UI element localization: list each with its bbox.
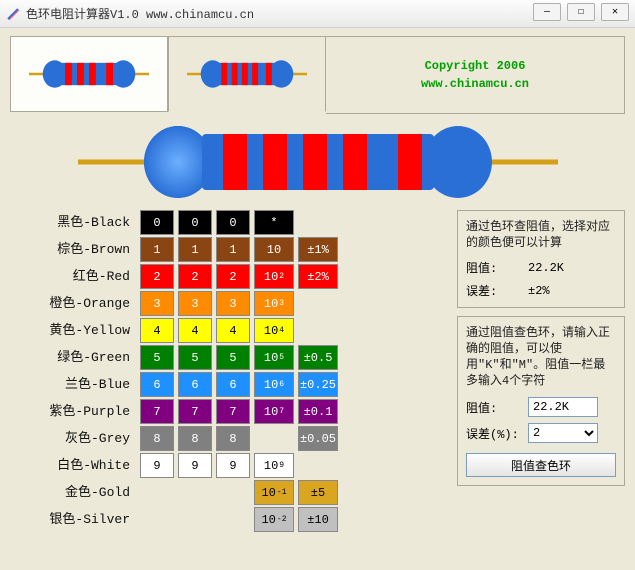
panel-by-value: 通过阻值查色环，请输入正确的阻值，可以使用"K"和"M"。阻值一栏最多输入4个字…	[457, 316, 625, 486]
maximize-button[interactable]: ☐	[567, 3, 595, 21]
band-cell[interactable]: 8	[178, 426, 212, 451]
band-cell[interactable]: 9	[216, 453, 250, 478]
panel1-t-value: ±2%	[528, 284, 550, 298]
band-cell	[140, 480, 174, 505]
band-cell	[298, 453, 338, 478]
panel2-t-label: 误差(%):	[466, 425, 522, 442]
copyright-line1: Copyright 2006	[425, 59, 526, 73]
band-cell	[216, 507, 250, 532]
panel2-r-label: 阻值:	[466, 399, 522, 416]
color-label: 黄色-Yellow	[10, 318, 136, 343]
band-cell[interactable]: 4	[216, 318, 250, 343]
band-cell[interactable]: 4	[140, 318, 174, 343]
band-cell[interactable]: 8	[216, 426, 250, 451]
band-cell[interactable]: ±5	[298, 480, 338, 505]
band-cell[interactable]: 1	[178, 237, 212, 262]
band-cell	[298, 291, 338, 316]
band-cell[interactable]: 10-1	[254, 480, 294, 505]
band-cell[interactable]: 1	[216, 237, 250, 262]
color-label: 橙色-Orange	[10, 291, 136, 316]
band-cell[interactable]: 102	[254, 264, 294, 289]
band-cell[interactable]: 6	[216, 372, 250, 397]
band-cell	[298, 318, 338, 343]
resistor-preview	[10, 120, 625, 204]
band-cell[interactable]: 9	[140, 453, 174, 478]
band-cell[interactable]: 103	[254, 291, 294, 316]
band-cell[interactable]: ±0.5	[298, 345, 338, 370]
color-label: 红色-Red	[10, 264, 136, 289]
band-cell	[298, 210, 338, 235]
band-cell[interactable]: ±10	[298, 507, 338, 532]
copyright-line2: www.chinamcu.cn	[421, 77, 529, 91]
band-cell[interactable]: 6	[140, 372, 174, 397]
resistance-input[interactable]	[528, 397, 598, 417]
band-cell[interactable]: 2	[140, 264, 174, 289]
lookup-button[interactable]: 阻值查色环	[466, 453, 616, 477]
panel1-r-label: 阻值:	[466, 259, 522, 276]
band-cell[interactable]: 2	[178, 264, 212, 289]
tab-5band[interactable]	[168, 36, 326, 112]
color-label: 灰色-Grey	[10, 426, 136, 451]
titlebar: 色环电阻计算器V1.0 www.chinamcu.cn — ☐ ✕	[0, 0, 635, 28]
band-cell[interactable]: 2	[216, 264, 250, 289]
band-cell[interactable]: ±0.25	[298, 372, 338, 397]
band-cell	[178, 507, 212, 532]
tolerance-select[interactable]: 120.50.250.10.05510	[528, 423, 598, 443]
panel-by-band: 通过色环查阻值，选择对应的颜色便可以计算 阻值: 22.2K 误差: ±2%	[457, 210, 625, 308]
band-cell[interactable]: 107	[254, 399, 294, 424]
app-icon	[6, 7, 20, 21]
band-cell[interactable]: 3	[140, 291, 174, 316]
band-cell[interactable]: 6	[178, 372, 212, 397]
band-cell[interactable]: 10	[254, 237, 294, 262]
band-cell[interactable]: 4	[178, 318, 212, 343]
band-cell[interactable]: 10-2	[254, 507, 294, 532]
color-label: 紫色-Purple	[10, 399, 136, 424]
band-cell[interactable]: 5	[140, 345, 174, 370]
band-cell[interactable]: 5	[216, 345, 250, 370]
copyright-box: Copyright 2006 www.chinamcu.cn	[326, 36, 625, 114]
band-cell[interactable]: 106	[254, 372, 294, 397]
color-label: 金色-Gold	[10, 480, 136, 505]
close-button[interactable]: ✕	[601, 3, 629, 21]
color-label: 银色-Silver	[10, 507, 136, 532]
panel1-t-label: 误差:	[466, 282, 522, 299]
panel2-hint: 通过阻值查色环，请输入正确的阻值，可以使用"K"和"M"。阻值一栏最多输入4个字…	[466, 325, 616, 389]
band-cell[interactable]: 1	[140, 237, 174, 262]
band-cell[interactable]: 0	[216, 210, 250, 235]
color-label: 白色-White	[10, 453, 136, 478]
band-cell	[140, 507, 174, 532]
band-cell[interactable]: ±1%	[298, 237, 338, 262]
band-cell[interactable]: ±0.05	[298, 426, 338, 451]
band-cell[interactable]: 3	[178, 291, 212, 316]
band-cell[interactable]: 0	[140, 210, 174, 235]
band-cell	[254, 426, 294, 451]
color-label: 棕色-Brown	[10, 237, 136, 262]
band-cell[interactable]: ±0.1	[298, 399, 338, 424]
band-cell[interactable]: 7	[216, 399, 250, 424]
window-title: 色环电阻计算器V1.0 www.chinamcu.cn	[26, 5, 254, 22]
tab-4band[interactable]	[10, 36, 168, 112]
band-cell	[216, 480, 250, 505]
color-label: 兰色-Blue	[10, 372, 136, 397]
band-cell[interactable]: 0	[178, 210, 212, 235]
band-cell[interactable]: 105	[254, 345, 294, 370]
band-cell[interactable]: 104	[254, 318, 294, 343]
band-cell[interactable]: 5	[178, 345, 212, 370]
band-cell[interactable]: 3	[216, 291, 250, 316]
band-cell[interactable]: ±2%	[298, 264, 338, 289]
color-label: 绿色-Green	[10, 345, 136, 370]
band-cell[interactable]: 9	[178, 453, 212, 478]
band-cell[interactable]: 7	[178, 399, 212, 424]
panel1-hint: 通过色环查阻值，选择对应的颜色便可以计算	[466, 219, 616, 251]
band-cell[interactable]: 7	[140, 399, 174, 424]
band-cell[interactable]: *	[254, 210, 294, 235]
color-label: 黑色-Black	[10, 210, 136, 235]
band-cell[interactable]: 8	[140, 426, 174, 451]
band-cell	[178, 480, 212, 505]
color-grid: 黑色-Black000*棕色-Brown11110±1%红色-Red222102…	[10, 210, 449, 532]
panel1-r-value: 22.2K	[528, 261, 564, 275]
minimize-button[interactable]: —	[533, 3, 561, 21]
band-cell[interactable]: 109	[254, 453, 294, 478]
